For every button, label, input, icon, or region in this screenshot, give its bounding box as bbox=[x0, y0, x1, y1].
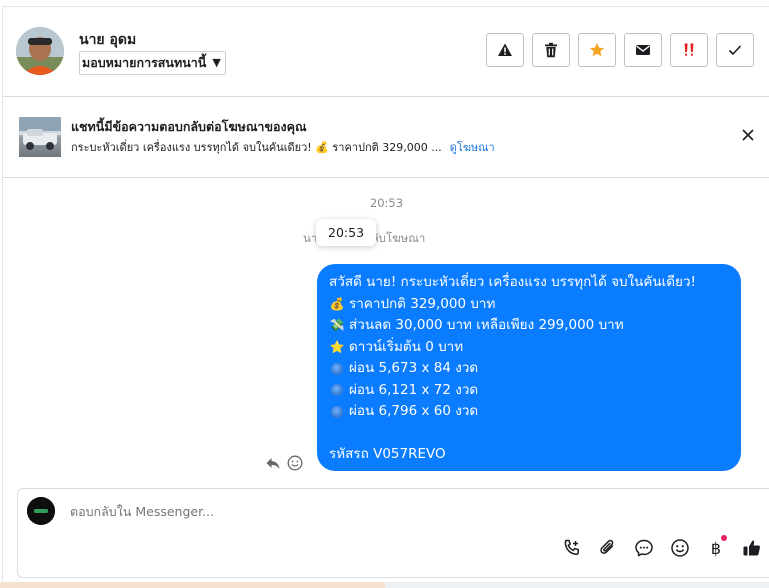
star-emoji: ⭐ bbox=[329, 339, 345, 354]
bottom-edge-strip bbox=[0, 582, 385, 588]
mark-unread-button[interactable] bbox=[624, 33, 662, 67]
message-line: 💰 ราคาปกติ 329,000 บาท bbox=[329, 294, 729, 316]
timestamp-tooltip: 20:53 bbox=[316, 219, 377, 246]
message-thread: 20:53 นา บกลับโฆษณา 20:53 สวัสดี นาย! กระ… bbox=[3, 178, 769, 486]
notification-dot bbox=[721, 535, 727, 541]
blue-circle-emoji bbox=[331, 384, 343, 397]
delete-button[interactable] bbox=[532, 33, 570, 67]
reply-composer: ฿ bbox=[17, 488, 769, 578]
message-installment-72: ผ่อน 6,121 x 72 งวด bbox=[349, 381, 479, 398]
thumbs-up-icon bbox=[743, 540, 760, 556]
thread-timestamp: 20:53 bbox=[369, 196, 404, 210]
blue-circle-emoji bbox=[331, 405, 343, 418]
baht-icon: ฿ bbox=[710, 538, 722, 558]
message-normal-price: ราคาปกติ 329,000 บาท bbox=[349, 295, 496, 312]
conversation-panel: นาย อุดม มอบหมายการสนทนานี้ ▼ แชทนี้มีข้… bbox=[2, 6, 769, 588]
ad-thumbnail[interactable] bbox=[19, 117, 61, 157]
reply-input[interactable] bbox=[68, 503, 632, 520]
like-button[interactable] bbox=[741, 537, 763, 559]
ad-reply-banner: แชทนี้มีข้อความตอบกลับต่อโฆษณาของคุณ กระ… bbox=[3, 97, 769, 178]
react-emoji-icon[interactable] bbox=[287, 455, 303, 471]
mark-done-button[interactable] bbox=[716, 33, 754, 67]
double-exclamation-icon bbox=[684, 43, 694, 56]
ad-preview-text: กระบะหัวเดี่ยว เครื่องแรง บรรทุกได้ จบใน… bbox=[71, 141, 442, 154]
contact-avatar[interactable] bbox=[16, 27, 64, 75]
money-bag-emoji: 💰 bbox=[329, 296, 345, 311]
message-down-payment: ดาวน์เริ่มต้น 0 บาท bbox=[349, 338, 464, 355]
bottom-edge-strip bbox=[385, 582, 769, 588]
attach-button[interactable] bbox=[597, 537, 619, 559]
message-line: ผ่อน 5,673 x 84 งวด bbox=[329, 358, 729, 380]
ad-preview-row: กระบะหัวเดี่ยว เครื่องแรง บรรทุกได้ จบใน… bbox=[71, 138, 495, 156]
caret-down-icon: ▼ bbox=[212, 56, 221, 69]
page-avatar bbox=[27, 497, 55, 525]
message-discount: ส่วนลด 30,000 บาท เหลือเพียง 299,000 บาท bbox=[349, 317, 624, 333]
header-actions bbox=[486, 33, 754, 67]
message-installment-84: ผ่อน 5,673 x 84 งวด bbox=[349, 360, 479, 376]
money-wings-emoji: 💸 bbox=[329, 318, 345, 332]
message-line: ผ่อน 6,796 x 60 งวด bbox=[329, 401, 729, 423]
ad-reply-title: แชทนี้มีข้อความตอบกลับต่อโฆษณาของคุณ bbox=[71, 119, 307, 134]
close-banner-button[interactable] bbox=[740, 127, 756, 143]
phone-plus-icon bbox=[564, 539, 579, 556]
paperclip-icon bbox=[600, 539, 614, 554]
call-button[interactable] bbox=[561, 537, 583, 559]
conversation-header: นาย อุดม มอบหมายการสนทนานี้ ▼ bbox=[3, 7, 769, 97]
reply-icon[interactable] bbox=[265, 455, 281, 471]
saved-replies-button[interactable] bbox=[633, 537, 655, 559]
message-line: สวัสดี นาย! กระบะหัวเดี่ยว เครื่องแรง บร… bbox=[329, 272, 729, 294]
assign-label: มอบหมายการสนทนานี้ bbox=[82, 55, 207, 70]
message-installment-60: ผ่อน 6,796 x 60 งวด bbox=[349, 403, 479, 419]
mark-urgent-button[interactable] bbox=[670, 33, 708, 67]
emoji-button[interactable] bbox=[669, 537, 691, 559]
payment-button[interactable]: ฿ bbox=[705, 535, 727, 559]
envelope-icon bbox=[636, 45, 650, 55]
message-line: 💸 ส่วนลด 30,000 บาท เหลือเพียง 299,000 บา… bbox=[329, 315, 729, 337]
star-button[interactable] bbox=[578, 33, 616, 67]
report-spam-button[interactable] bbox=[486, 33, 524, 67]
assign-conversation-dropdown[interactable]: มอบหมายการสนทนานี้ ▼ bbox=[79, 51, 226, 75]
message-line: ⭐ ดาวน์เริ่มต้น 0 บาท bbox=[329, 337, 729, 359]
chat-bubble-icon bbox=[635, 539, 653, 557]
contact-name: นาย อุดม bbox=[79, 32, 137, 48]
close-icon bbox=[742, 129, 754, 141]
message-line: รหัสรถ V057REVO bbox=[329, 444, 729, 466]
message-greeting: สวัสดี นาย! กระบะหัวเดี่ยว เครื่องแรง บร… bbox=[329, 274, 696, 290]
warning-icon bbox=[498, 43, 512, 56]
star-icon bbox=[590, 43, 604, 57]
checkmark-icon bbox=[728, 45, 742, 56]
message-car-code: รหัสรถ V057REVO bbox=[329, 446, 446, 462]
blue-circle-emoji bbox=[331, 362, 343, 375]
composer-toolbar: ฿ bbox=[561, 535, 763, 559]
message-line: ผ่อน 6,121 x 72 งวด bbox=[329, 380, 729, 402]
trash-icon bbox=[545, 42, 557, 58]
emoji-icon bbox=[671, 539, 689, 557]
outgoing-message-bubble[interactable]: สวัสดี นาย! กระบะหัวเดี่ยว เครื่องแรง บร… bbox=[317, 264, 741, 471]
view-ad-link[interactable]: ดูโฆษณา bbox=[450, 138, 495, 156]
message-actions bbox=[265, 455, 303, 471]
